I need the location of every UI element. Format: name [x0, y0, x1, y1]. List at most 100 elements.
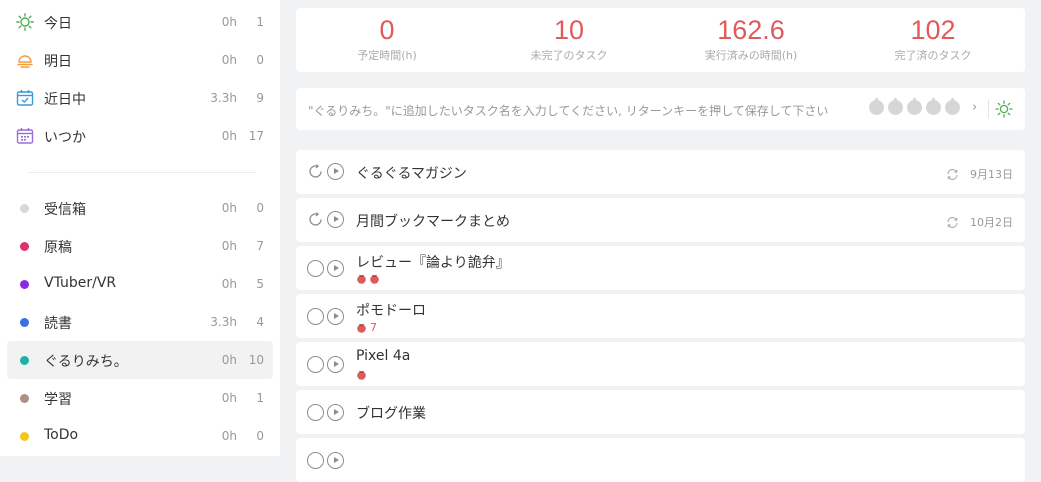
task-checkbox[interactable] [307, 356, 324, 373]
sidebar-item-label: VTuber/VR [44, 275, 117, 291]
sun-icon[interactable] [995, 100, 1013, 118]
stat-label: 実行済みの時間(h) [704, 49, 798, 62]
sidebar-item-hours: 0h [221, 129, 237, 143]
task-title: Pixel 4a [356, 348, 411, 364]
play-icon[interactable] [327, 404, 344, 421]
sun-icon [16, 13, 34, 31]
task-row[interactable]: ブログ作業 [296, 390, 1025, 434]
task-row[interactable]: 月間ブックマークまとめ 10月2日 [296, 198, 1025, 242]
sunrise-icon [16, 51, 34, 69]
task-checkbox[interactable] [307, 452, 324, 469]
sidebar-item-label: 今日 [44, 16, 72, 32]
task-due-date: 10月2日 [970, 216, 1013, 229]
sidebar-item-label: 原稿 [44, 240, 72, 256]
sidebar-item-count: 4 [256, 315, 264, 329]
tomato-icon [356, 273, 367, 284]
sidebar-item-hours: 0h [221, 429, 237, 443]
task-row[interactable]: Pixel 4a [296, 342, 1025, 386]
sidebar-item-today[interactable]: 今日 0h 1 [7, 3, 273, 41]
sidebar-item-hours: 0h [221, 15, 237, 29]
sidebar-item-count: 1 [256, 15, 264, 29]
repeat-icon [946, 214, 959, 228]
sidebar-item-gururimichi[interactable]: ぐるりみち。 0h 10 [7, 341, 273, 379]
tomato-icon [369, 273, 380, 284]
chevron-right-icon[interactable]: › [972, 100, 977, 115]
project-color-dot [20, 204, 29, 213]
pomodoro-icon[interactable] [888, 98, 903, 115]
sidebar-item-count: 9 [256, 91, 264, 105]
sidebar-item-hours: 0h [221, 239, 237, 253]
sidebar-item-hours: 0h [221, 353, 237, 367]
add-task-bar[interactable]: "ぐるりみち。"に追加したいタスク名を入力してください, リターンキーを押して保… [296, 88, 1025, 130]
project-color-dot [20, 432, 29, 441]
play-icon[interactable] [327, 163, 344, 180]
sidebar-item-label: いつか [44, 130, 86, 146]
tomato-icon [356, 322, 367, 333]
sidebar-item-hours: 0h [221, 201, 237, 215]
repeat-icon [946, 166, 959, 180]
sidebar-item-count: 5 [256, 277, 264, 291]
task-row[interactable]: ぐるぐるマガジン 9月13日 [296, 150, 1025, 194]
stat-value: 162.6 [717, 15, 785, 45]
tomato-icon [356, 369, 367, 380]
play-icon[interactable] [327, 356, 344, 373]
pomodoro-estimate-selector[interactable] [869, 98, 960, 115]
task-title: ブログ作業 [356, 406, 426, 422]
sidebar-item-label: 近日中 [44, 92, 86, 108]
pomodoro-icon[interactable] [945, 98, 960, 115]
calendar-icon [16, 127, 34, 145]
play-icon[interactable] [327, 211, 344, 228]
sidebar-item-inbox[interactable]: 受信箱 0h 0 [7, 189, 273, 227]
task-checkbox[interactable] [307, 404, 324, 421]
sidebar-item-someday[interactable]: いつか 0h 17 [7, 117, 273, 155]
task-row[interactable] [296, 438, 1025, 482]
pomodoro-count: 7 [356, 321, 377, 334]
play-icon[interactable] [327, 260, 344, 277]
task-title: 月間ブックマークまとめ [356, 214, 510, 230]
sidebar-item-count: 0 [256, 53, 264, 67]
sidebar-item-todo[interactable]: ToDo 0h 0 [7, 417, 273, 455]
divider [988, 100, 989, 118]
sidebar-item-tomorrow[interactable]: 明日 0h 0 [7, 41, 273, 79]
sidebar-item-count: 17 [248, 129, 264, 143]
task-checkbox[interactable] [307, 260, 324, 277]
sidebar-item-label: ぐるりみち。 [44, 354, 128, 370]
stat-planned-time: 0 予定時間(h) [296, 8, 478, 63]
stats-panel: 0 予定時間(h) 10 未完了のタスク 162.6 実行済みの時間(h) 10… [296, 8, 1025, 72]
sidebar-item-count: 7 [256, 239, 264, 253]
pomodoro-count [356, 273, 380, 284]
sidebar: 今日 0h 1 明日 0h 0 近日中 3.3h 9 いつか 0h 17 受信箱… [0, 0, 280, 456]
stat-value: 102 [910, 15, 956, 45]
calendar-check-icon [16, 89, 34, 107]
sidebar-item-hours: 0h [221, 391, 237, 405]
sidebar-item-count: 1 [256, 391, 264, 405]
pomodoro-icon[interactable] [907, 98, 922, 115]
stat-elapsed-time: 162.6 実行済みの時間(h) [660, 8, 842, 63]
sidebar-item-reading[interactable]: 読書 3.3h 4 [7, 303, 273, 341]
sidebar-item-hours: 0h [221, 53, 237, 67]
repeat-check-icon[interactable] [307, 163, 324, 180]
repeat-check-icon[interactable] [307, 211, 324, 228]
task-title: レビュー『論より詭弁』 [356, 255, 510, 271]
sidebar-item-manuscript[interactable]: 原稿 0h 7 [7, 227, 273, 265]
play-icon[interactable] [327, 452, 344, 469]
pomodoro-icon[interactable] [869, 98, 884, 115]
stat-label: 予定時間(h) [357, 49, 417, 62]
sidebar-item-upcoming[interactable]: 近日中 3.3h 9 [7, 79, 273, 117]
task-row[interactable]: ポモドーロ 7 [296, 294, 1025, 338]
sidebar-item-vtuber-vr[interactable]: VTuber/VR 0h 5 [7, 265, 273, 303]
stat-value: 0 [379, 15, 395, 45]
add-task-input[interactable]: "ぐるりみち。"に追加したいタスク名を入力してください, リターンキーを押して保… [308, 102, 828, 119]
sidebar-item-label: 読書 [44, 316, 72, 332]
task-due-date: 9月13日 [970, 168, 1013, 181]
task-checkbox[interactable] [307, 308, 324, 325]
play-icon[interactable] [327, 308, 344, 325]
sidebar-divider [28, 172, 256, 173]
pomodoro-icon[interactable] [926, 98, 941, 115]
stat-incomplete-tasks: 10 未完了のタスク [478, 8, 660, 63]
sidebar-item-count: 10 [248, 353, 264, 367]
task-row[interactable]: レビュー『論より詭弁』 [296, 246, 1025, 290]
task-title: ぐるぐるマガジン [356, 166, 467, 182]
pomodoro-count-label: 7 [370, 321, 377, 334]
sidebar-item-study[interactable]: 学習 0h 1 [7, 379, 273, 417]
